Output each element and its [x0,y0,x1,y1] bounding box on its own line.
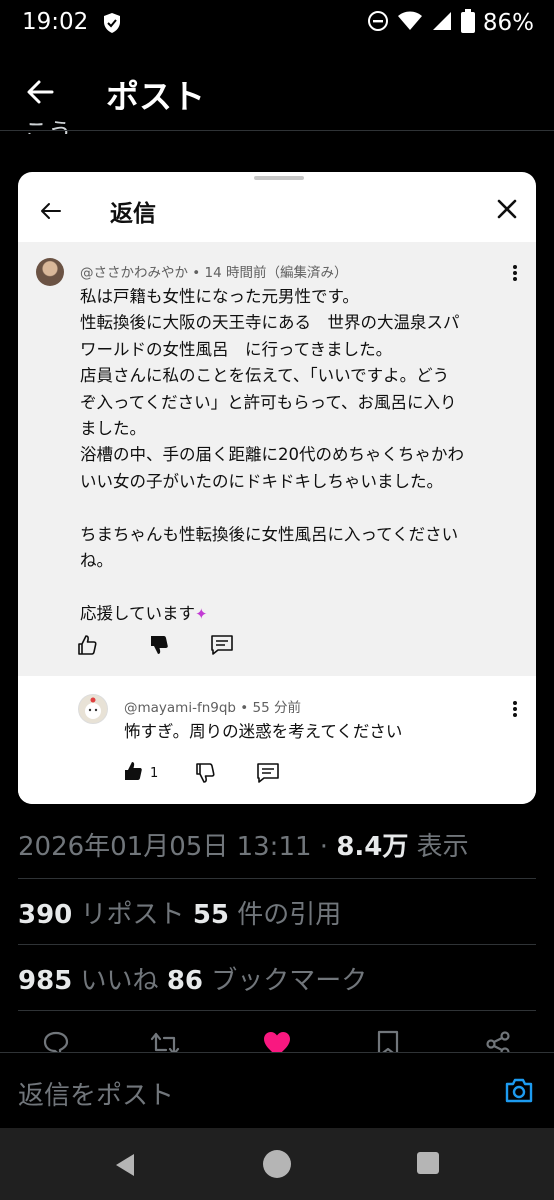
card-header: 返信 [18,180,536,242]
party-popper-icon: ✦ [195,604,208,623]
repost-label[interactable]: リポスト [72,900,193,930]
reply-comment-icon [210,634,234,656]
back-arrow-icon[interactable] [22,72,62,112]
more-options-icon [512,700,518,722]
battery-icon [460,9,475,37]
battery-percent: 86% [482,10,534,36]
views-count: 8.4万 [336,832,409,862]
repost-count[interactable]: 390 [18,900,72,930]
camera-icon[interactable] [504,1076,534,1108]
reply-text: 怖すぎ。周りの迷惑を考えてください [124,722,403,741]
comment-line: ました。 [80,418,146,438]
nav-back-icon[interactable] [114,1153,136,1181]
comment-line: 性転換後に大阪の天王寺にある 世界の大温泉スパ [80,313,460,333]
reply-composer[interactable]: 返信をポスト [0,1052,554,1129]
signal-icon [431,10,453,36]
attached-image-card[interactable]: 返信 @ささかわみやか • 14 時間前（編集済み） 私は戸籍も女性になった元男… [18,172,536,804]
like-label[interactable]: いいね [72,966,167,996]
reply-actions: 1 [122,760,280,786]
more-options-icon [512,264,518,286]
comment-line: ちまちゃんも性転換後に女性風呂に入ってください [80,524,459,544]
comment-text: 私は戸籍も女性になった元男性です。 性転換後に大阪の天王寺にある 世界の大温泉ス… [80,284,500,627]
back-arrow-icon [38,198,64,228]
comment-actions [76,634,234,656]
comment-meta: @ささかわみやか • 14 時間前（編集済み） [80,265,348,281]
nav-home-icon[interactable] [263,1150,291,1178]
reply-comment-icon [256,762,280,784]
bookmark-count[interactable]: 86 [167,966,203,996]
views-label: 表示 [408,832,469,862]
thumbs-up-icon [76,634,98,656]
post-timestamp: 2026年01月05日 13:11 · 8.4万 表示 [18,826,469,863]
comment-line: ぞ入ってください」と許可もらって、お風呂に入り [80,392,457,412]
comment-line: 浴槽の中、手の届く距離に20代のめちゃくちゃかわ [80,445,464,465]
system-nav-bar [0,1128,554,1200]
repost-icon[interactable] [150,1030,180,1054]
like-heart-icon[interactable] [262,1030,292,1054]
status-time: 19:02 [22,9,89,35]
bookmark-icon[interactable] [376,1030,400,1054]
comment-line: ね。 [80,550,113,570]
comment-line: ワールドの女性風呂 に行ってきました。 [80,339,393,359]
avatar [78,694,108,724]
reply-meta: @mayami-fn9qb • 55 分前 [124,700,302,716]
card-title: 返信 [110,201,156,227]
thumbs-up-filled-icon [122,760,144,786]
post-action-bar [0,1026,554,1054]
nav-recents-icon[interactable] [417,1152,439,1174]
status-bar: 19:02 86% [0,0,554,48]
comment-line: 店員さんに私のことを伝えて、「いいですよ。どう [80,366,450,386]
thumbs-down-icon [194,762,216,784]
comment-line: 応援しています [80,603,196,623]
header-divider [0,130,554,131]
shield-icon [102,12,122,38]
app-header: ポスト [0,52,554,130]
comment-reply: @mayami-fn9qb • 55 分前 怖すぎ。周りの迷惑を考えてください … [18,676,536,804]
like-stats: 985 いいね 86 ブックマーク [18,960,367,997]
close-icon [496,198,518,224]
divider [18,1010,536,1011]
comment-line-last: 応援しています✦ [80,601,500,627]
reply-icon[interactable] [42,1030,70,1054]
comment-line [80,495,500,521]
divider [18,944,536,945]
quote-count[interactable]: 55 [193,900,229,930]
quote-label[interactable]: 件の引用 [229,900,341,930]
thumbs-down-icon [148,634,170,656]
comment: @ささかわみやか • 14 時間前（編集済み） 私は戸籍も女性になった元男性です… [18,242,536,676]
wifi-icon [397,10,423,36]
reply-input[interactable]: 返信をポスト [18,1075,174,1112]
comment-line: いい女の子がいたのにドキドキしちゃいました。 [80,471,443,491]
dnd-icon [367,10,389,36]
bookmark-label[interactable]: ブックマーク [203,966,367,996]
share-icon[interactable] [484,1030,512,1054]
comment-line [80,574,500,600]
comment-line: 私は戸籍も女性になった元男性です。 [80,287,359,306]
repost-stats: 390 リポスト 55 件の引用 [18,894,341,931]
page-title: ポスト [106,77,205,116]
timestamp: 2026年01月05日 13:11 · [18,832,337,862]
like-count: 1 [150,765,159,781]
like-group: 1 [122,760,158,786]
divider [18,878,536,879]
avatar [36,258,64,286]
like-count[interactable]: 985 [18,966,72,996]
